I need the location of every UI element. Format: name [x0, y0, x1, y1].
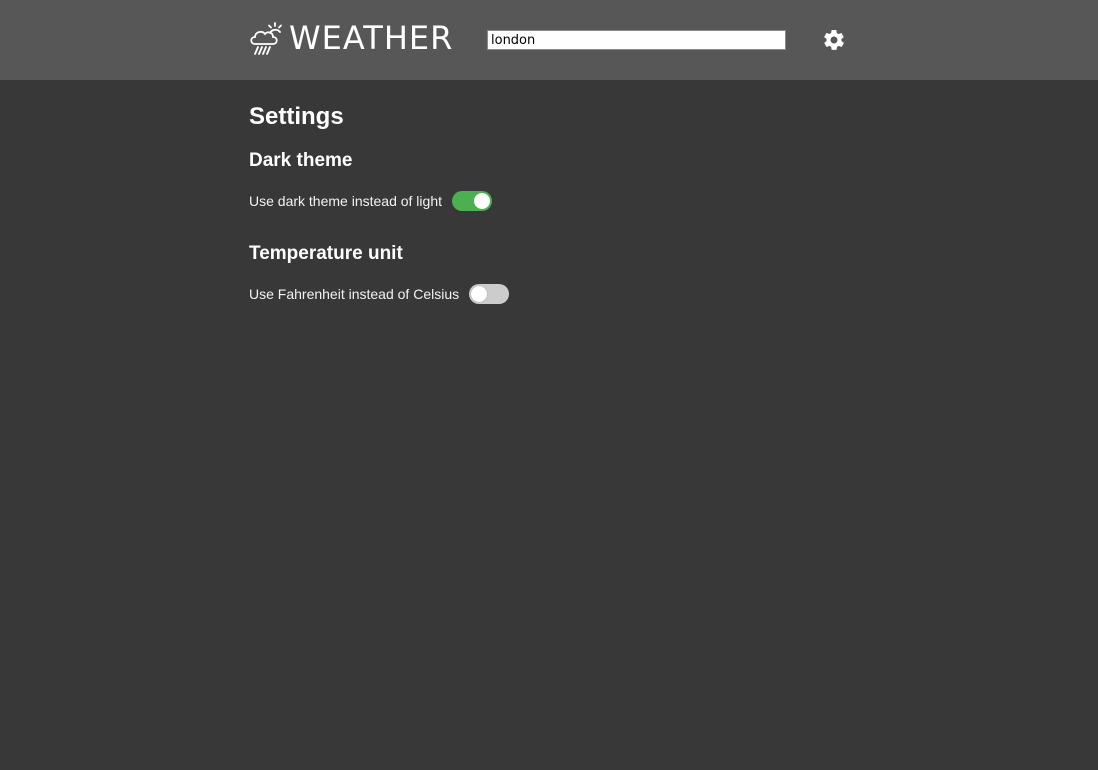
fahrenheit-toggle[interactable]: [469, 284, 510, 304]
section-title: Dark theme: [249, 150, 353, 171]
page-title: Settings: [249, 103, 344, 130]
dark-theme-setting: Use dark theme instead of light: [249, 189, 849, 213]
temperature-unit-section: Temperature unit Use Fahrenheit instead …: [249, 241, 849, 306]
app-header: WEATHER: [0, 0, 1098, 80]
city-search-input[interactable]: [487, 30, 786, 50]
toggle-knob: [471, 286, 488, 302]
toggle-knob: [474, 193, 490, 209]
gear-icon[interactable]: [822, 28, 846, 52]
dark-theme-section: Dark theme Use dark theme instead of lig…: [249, 148, 849, 213]
setting-label: Use dark theme instead of light: [249, 193, 442, 209]
cloud-rain-sun-icon: [249, 20, 283, 56]
fahrenheit-setting: Use Fahrenheit instead of Celsius: [249, 282, 849, 306]
app-title: WEATHER: [289, 19, 454, 57]
settings-page: Settings Dark theme Use dark theme inste…: [249, 100, 849, 306]
section-title: Temperature unit: [249, 243, 403, 264]
setting-label: Use Fahrenheit instead of Celsius: [249, 286, 460, 302]
app-logo: WEATHER: [249, 20, 453, 56]
dark-theme-toggle[interactable]: [452, 191, 492, 211]
